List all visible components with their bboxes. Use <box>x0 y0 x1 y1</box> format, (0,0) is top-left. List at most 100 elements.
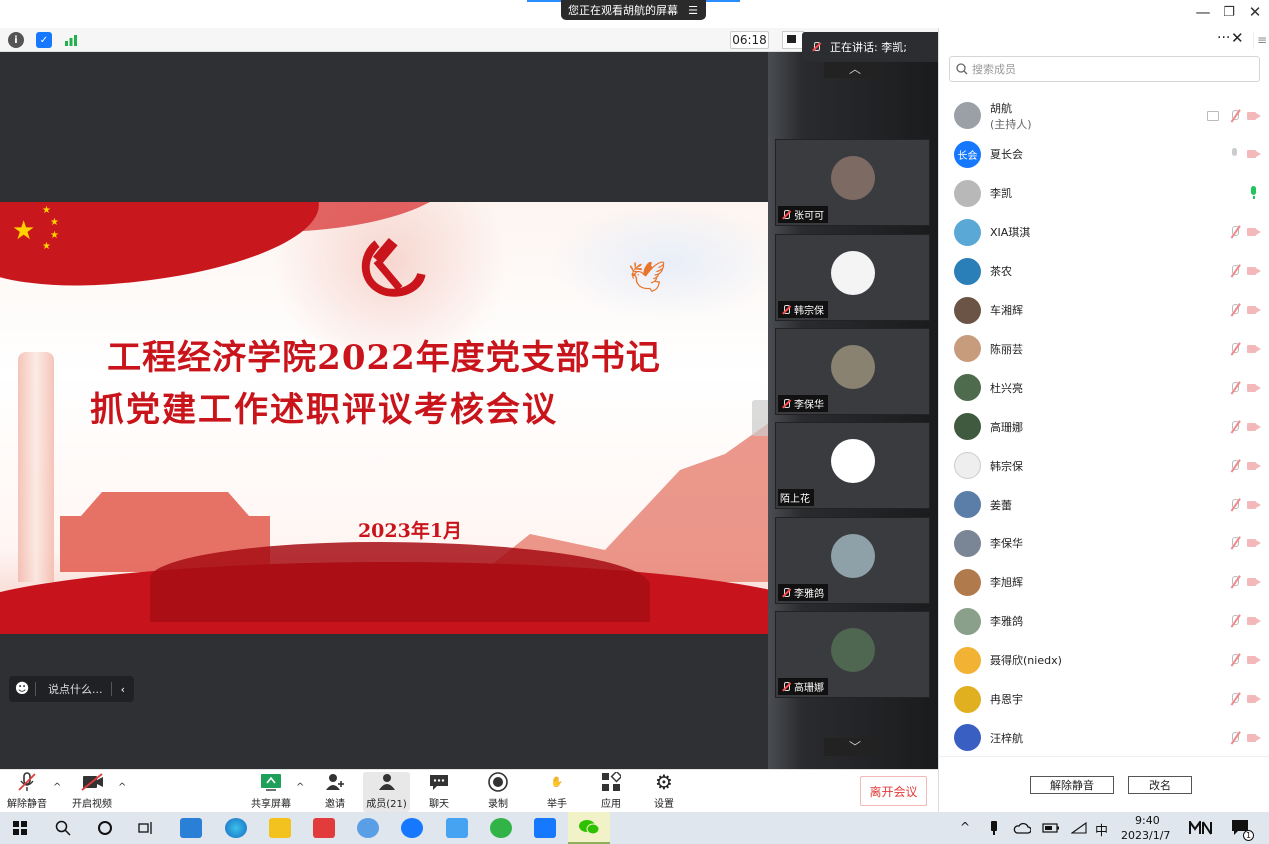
mic-muted-icon[interactable] <box>1228 109 1242 123</box>
invite-button[interactable]: 邀请 <box>320 772 350 812</box>
member-row[interactable]: 李保华 <box>939 524 1269 563</box>
screen-share-banner[interactable]: 您正在观看胡航的屏幕 ☰ <box>561 0 706 20</box>
member-row[interactable]: 胡航 (主持人) <box>939 96 1269 135</box>
chevron-left-icon[interactable]: ‹ <box>121 683 125 696</box>
banner-menu-icon[interactable]: ☰ <box>688 4 698 17</box>
share-screen-button[interactable]: 共享屏幕 <box>250 772 292 812</box>
camera-off-icon[interactable] <box>1247 694 1261 704</box>
onedrive-cloud-icon[interactable] <box>1011 818 1033 838</box>
mic-speaking-icon[interactable] <box>1248 186 1260 200</box>
camera-off-icon[interactable] <box>1247 422 1261 432</box>
mic-muted-icon[interactable] <box>1228 303 1242 317</box>
camera-off-icon[interactable] <box>1247 266 1261 276</box>
camera-off-icon[interactable] <box>1247 383 1261 393</box>
mic-muted-icon[interactable] <box>1228 536 1242 550</box>
member-row[interactable]: 汪梓航 <box>939 718 1269 757</box>
cloud-app-icon[interactable] <box>446 818 468 838</box>
member-row[interactable]: 姜蕾 <box>939 485 1269 524</box>
security-shield-icon[interactable]: ✓ <box>36 32 52 48</box>
member-row[interactable]: 李凯 <box>939 174 1269 213</box>
member-row[interactable]: 陈丽芸 <box>939 329 1269 368</box>
mic-muted-icon[interactable] <box>1228 459 1242 473</box>
mic-muted-icon[interactable] <box>1228 264 1242 278</box>
network-signal-icon[interactable] <box>63 32 79 48</box>
quick-chat-input[interactable]: ☻ 说点什么... ‹ <box>9 676 134 702</box>
member-row[interactable]: 冉恩宇 <box>939 680 1269 719</box>
tray-expand-caret[interactable]: ^ <box>960 820 970 834</box>
restore-button[interactable]: ❐ <box>1219 5 1239 20</box>
quick-chat-placeholder[interactable]: 说点什么... <box>36 681 111 697</box>
360-browser-icon[interactable] <box>490 818 512 838</box>
video-tile[interactable]: 李雅鸽 <box>775 517 930 604</box>
screen-share-icon[interactable] <box>1207 110 1219 121</box>
camera-off-icon[interactable] <box>1247 655 1261 665</box>
video-tile[interactable]: 高珊娜 <box>775 611 930 698</box>
member-row[interactable]: 茶农 <box>939 252 1269 291</box>
mic-muted-icon[interactable] <box>1228 225 1242 239</box>
emoji-icon[interactable]: ☻ <box>9 681 35 697</box>
audio-options-caret[interactable]: ^ <box>53 782 61 793</box>
edge-browser-icon[interactable] <box>225 818 247 838</box>
ime-mode-icon[interactable] <box>1188 818 1214 838</box>
member-search-box[interactable] <box>949 56 1260 82</box>
camera-off-icon[interactable] <box>1247 577 1261 587</box>
member-row[interactable]: 聂得欣(niedx) <box>939 641 1269 680</box>
settings-button[interactable]: ⚙ 设置 <box>651 770 677 812</box>
mic-muted-icon[interactable] <box>1228 575 1242 589</box>
camera-off-icon[interactable] <box>1247 461 1261 471</box>
member-row[interactable]: 李雅鸽 <box>939 602 1269 641</box>
unmute-button[interactable]: 解除静音 <box>6 772 48 812</box>
video-tile[interactable]: 李保华 <box>775 328 930 415</box>
mic-muted-icon[interactable] <box>1228 614 1242 628</box>
record-button[interactable]: 录制 <box>485 772 511 812</box>
raise-hand-button[interactable]: ✋ 举手 <box>544 772 570 812</box>
rename-button[interactable]: 改名 <box>1128 776 1192 794</box>
mail-app-icon[interactable] <box>180 818 202 838</box>
video-options-caret[interactable]: ^ <box>118 782 126 793</box>
clock-time[interactable]: 9:40 <box>1135 814 1160 827</box>
task-view-icon[interactable] <box>135 818 157 838</box>
camera-off-icon[interactable] <box>1247 616 1261 626</box>
share-options-caret[interactable]: ^ <box>296 782 304 793</box>
mic-muted-icon[interactable] <box>1228 342 1242 356</box>
windows-start-icon[interactable] <box>9 818 31 838</box>
apps-button[interactable]: 应用 <box>598 772 624 812</box>
cortana-icon[interactable] <box>94 818 116 838</box>
member-row[interactable]: XIA琪淇 <box>939 213 1269 252</box>
start-video-button[interactable]: 开启视频 <box>70 772 114 812</box>
member-row[interactable]: 车湘辉 <box>939 291 1269 330</box>
browser-app-icon[interactable] <box>357 818 379 838</box>
wechat-taskbar-button[interactable] <box>568 812 610 844</box>
lark-app-icon[interactable] <box>401 818 423 838</box>
member-search-input[interactable] <box>972 62 1242 76</box>
list-view-icon[interactable]: ≡ <box>1253 32 1269 49</box>
member-row[interactable]: 李旭辉 <box>939 563 1269 602</box>
tiles-scroll-up-button[interactable]: ︿ <box>824 60 886 78</box>
close-window-button[interactable]: ✕ <box>1245 3 1265 21</box>
camera-off-icon[interactable] <box>1247 344 1261 354</box>
mic-muted-icon[interactable] <box>1228 653 1242 667</box>
huawei-app-icon[interactable] <box>313 818 335 838</box>
clock-date[interactable]: 2023/1/7 <box>1121 829 1170 842</box>
collapse-tiles-handle[interactable] <box>752 400 768 436</box>
video-tile[interactable]: 韩宗保 <box>775 234 930 321</box>
mic-muted-icon[interactable] <box>1228 420 1242 434</box>
file-explorer-icon[interactable] <box>269 818 291 838</box>
mic-icon[interactable] <box>1228 147 1242 161</box>
ime-indicator[interactable]: 中 <box>1095 820 1108 839</box>
tencent-meeting-icon[interactable] <box>534 818 556 838</box>
member-row[interactable]: 杜兴亮 <box>939 368 1269 407</box>
info-icon[interactable]: i <box>8 32 24 48</box>
view-layout-icon[interactable] <box>782 31 804 49</box>
more-options-icon[interactable]: ··· <box>1217 30 1230 46</box>
tiles-scroll-down-button[interactable]: ﹀ <box>824 738 886 756</box>
camera-off-icon[interactable] <box>1247 538 1261 548</box>
mic-muted-icon[interactable] <box>1228 498 1242 512</box>
member-row[interactable]: 长会 夏长会 <box>939 135 1269 174</box>
leave-meeting-button[interactable]: 离开会议 <box>860 776 927 806</box>
close-panel-button[interactable]: ✕ <box>1231 29 1244 47</box>
members-button[interactable]: 成员(21) <box>363 772 410 812</box>
search-icon[interactable] <box>52 818 74 838</box>
member-row[interactable]: 高珊娜 <box>939 407 1269 446</box>
camera-off-icon[interactable] <box>1247 149 1261 159</box>
